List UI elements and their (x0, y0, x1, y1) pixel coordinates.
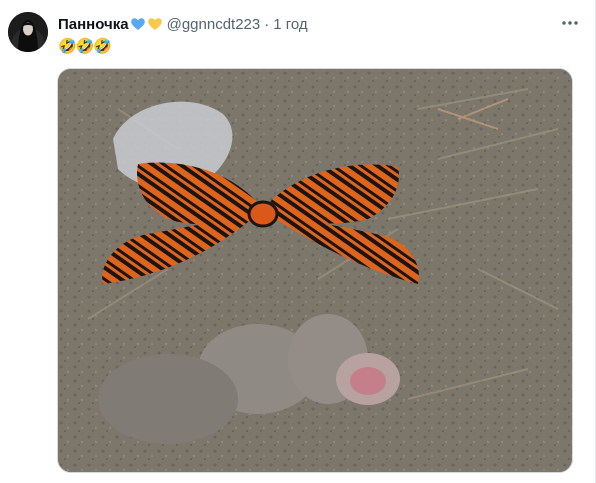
tweet-header: Панночка @ggnncdt223 · 1 год (58, 14, 308, 34)
display-name[interactable]: Панночка (58, 16, 129, 33)
tweet-card[interactable]: Панночка @ggnncdt223 · 1 год 🤣🤣🤣 (0, 0, 596, 483)
avatar[interactable] (8, 12, 48, 52)
timestamp[interactable]: 1 год (273, 16, 307, 33)
tweet-text: 🤣🤣🤣 (58, 38, 112, 55)
photo (58, 69, 572, 472)
blue-heart-icon (130, 18, 145, 30)
avatar-image (8, 12, 48, 52)
more-dots-icon[interactable] (559, 12, 581, 34)
user-handle[interactable]: @ggnncdt223 (167, 16, 261, 33)
separator-dot: · (264, 15, 270, 33)
yellow-heart-icon (147, 18, 162, 30)
tweet-media-image[interactable] (57, 68, 573, 473)
